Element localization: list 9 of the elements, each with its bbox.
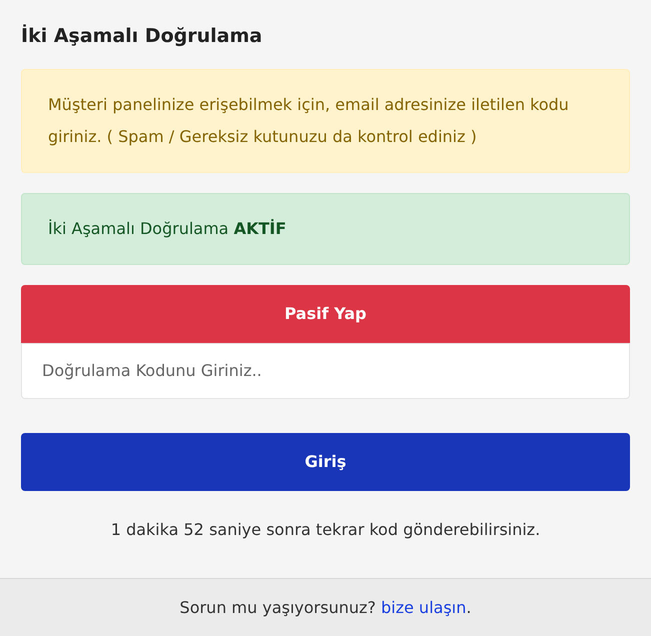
contact-link[interactable]: bize ulaşın [381, 598, 466, 616]
deactivate-button[interactable]: Pasif Yap [21, 284, 630, 342]
help-sentence: Sorun mu yaşıyorsunuz? bize ulaşın. [180, 596, 472, 618]
page-title: İki Aşamalı Doğrulama [21, 23, 264, 49]
warning-alert: Müşteri panelinize erişebilmek için, email adresinize iletilen kodu giriniz. ( Spam / Gereksiz kutunuzu da kontrol ediniz ) [21, 68, 630, 172]
code-input-field[interactable]: Doğrulama Kodunu Giriniz.. [21, 342, 630, 398]
success-alert: İki Aşamalı Doğrulama AKTİF [21, 192, 630, 264]
resend-note: 1 dakika 52 saniye sonra tekrar kod gönderebilirsiniz. [110, 518, 542, 540]
login-button[interactable]: Giriş [21, 432, 630, 490]
